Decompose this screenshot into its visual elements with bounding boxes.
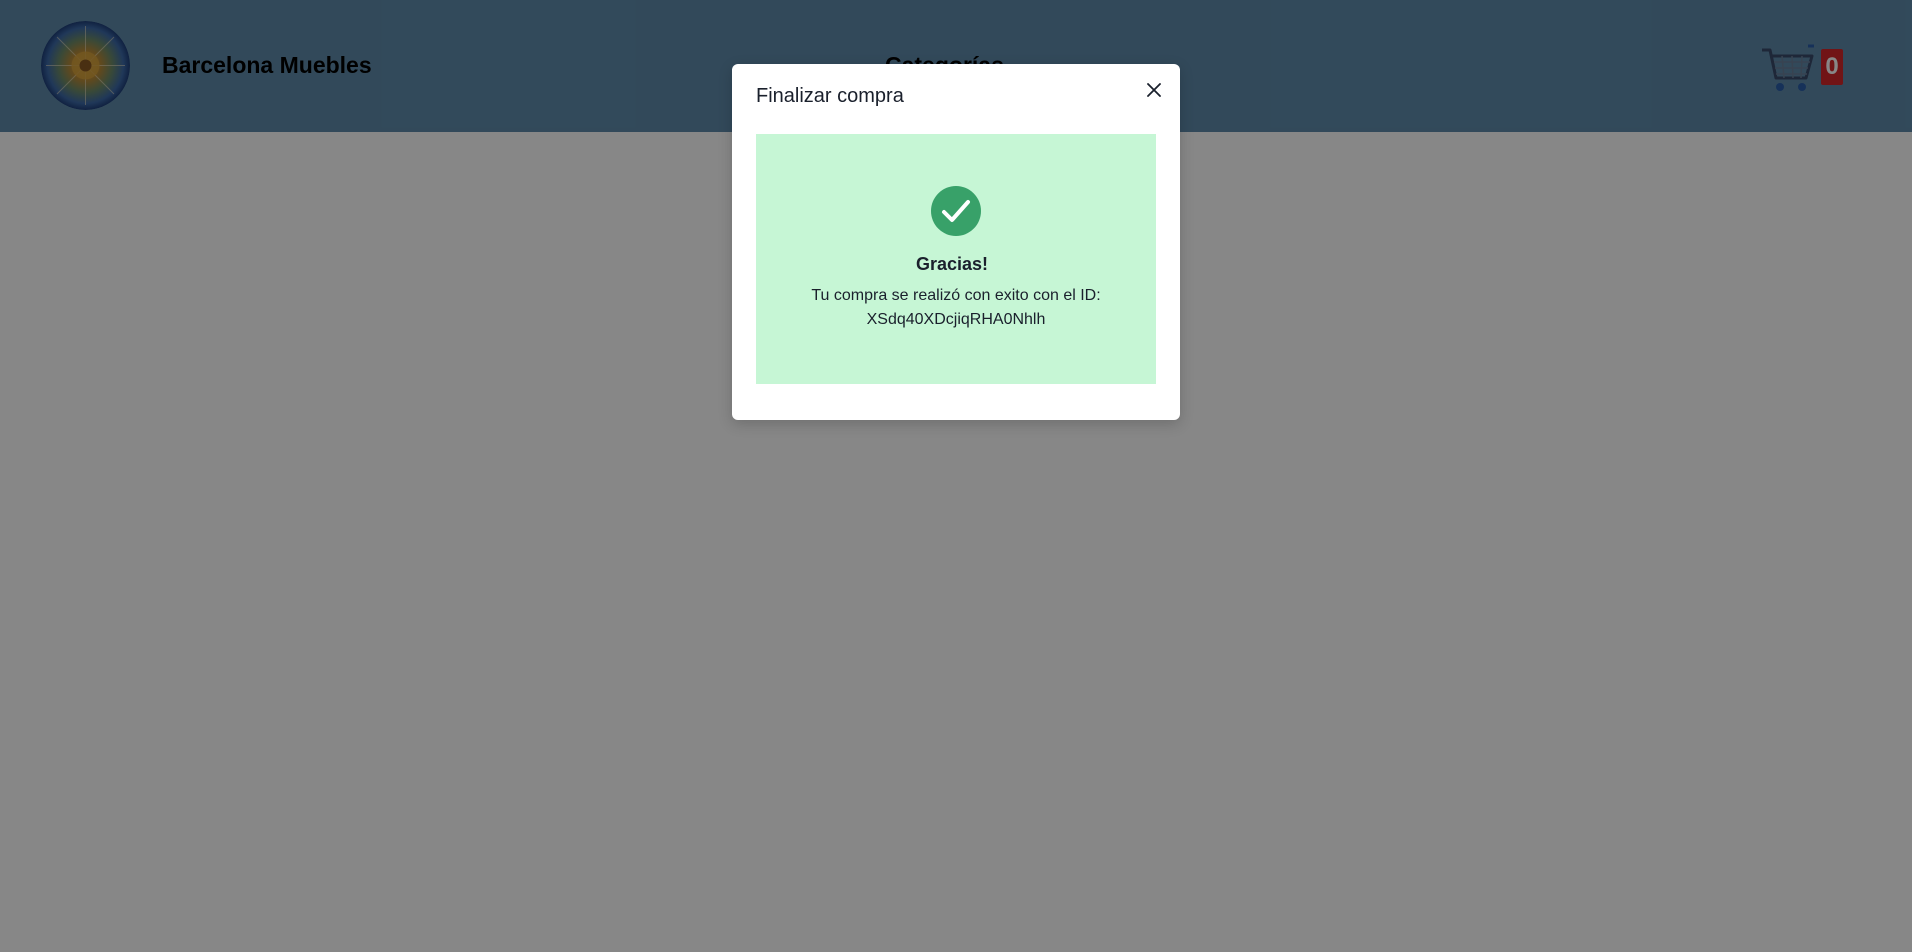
success-alert: Gracias! Tu compra se realizó con exito … (756, 134, 1156, 384)
checkout-modal: Finalizar compra Gracias! Tu compra se r… (732, 64, 1180, 420)
close-icon (1147, 83, 1161, 97)
app-root: Barcelona Muebles Categorías 0 Fi (0, 0, 1912, 952)
check-circle-icon (931, 186, 981, 236)
success-message-text: Tu compra se realizó con exito con el ID… (811, 287, 1101, 304)
order-id: XSdq40XDcjiqRHA0Nhlh (866, 311, 1046, 328)
success-message: Tu compra se realizó con exito con el ID… (756, 284, 1156, 332)
success-heading: Gracias! (915, 254, 989, 274)
modal-title: Finalizar compra (756, 85, 904, 107)
close-button[interactable] (1140, 76, 1168, 104)
